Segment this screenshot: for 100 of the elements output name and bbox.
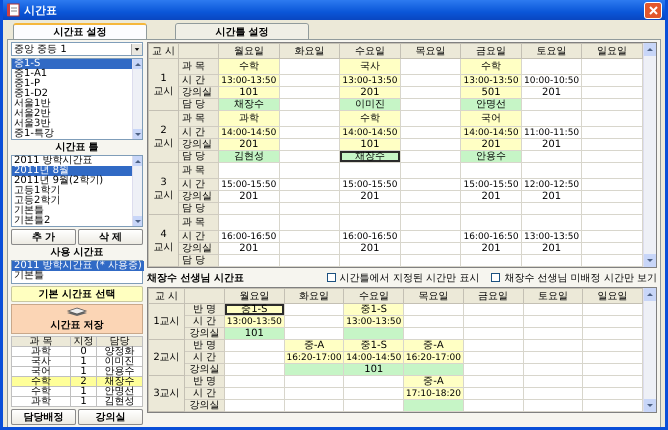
table-cell[interactable] — [279, 74, 340, 86]
list-item[interactable]: 중1-P — [12, 79, 132, 89]
table-cell[interactable]: 13:00-13:50 — [521, 230, 582, 242]
table-cell[interactable]: 14:00-14:50 — [340, 126, 400, 138]
table-cell[interactable] — [460, 254, 522, 266]
table-cell[interactable] — [279, 162, 340, 178]
list-item[interactable]: 2011 방학시간표 (* 사용중) — [12, 261, 144, 271]
table-cell[interactable]: 김현성 — [96, 396, 142, 406]
table-cell[interactable] — [463, 328, 524, 340]
table-cell[interactable]: 14:00-14:50 — [344, 352, 404, 364]
table-cell[interactable]: 201 — [340, 190, 400, 202]
list-item[interactable]: 서울3반 — [12, 119, 132, 129]
table-cell[interactable] — [344, 328, 404, 340]
table-cell[interactable]: 201 — [340, 242, 400, 254]
table-cell[interactable]: 국어 — [460, 110, 522, 126]
table-cell[interactable] — [279, 202, 340, 214]
table-cell[interactable]: 201 — [340, 86, 400, 98]
table-cell[interactable] — [279, 150, 340, 162]
table-cell[interactable]: 16:20-17:00 — [284, 352, 344, 364]
table-cell[interactable] — [404, 328, 464, 340]
table-cell[interactable] — [224, 376, 284, 388]
scrollbar[interactable] — [643, 288, 656, 412]
list-item[interactable]: 서울2반 — [12, 109, 132, 119]
table-cell[interactable] — [523, 340, 583, 352]
list-button[interactable]: 추 가 — [11, 229, 76, 245]
table-cell[interactable] — [284, 388, 344, 400]
table-cell[interactable] — [344, 400, 404, 412]
table-cell[interactable] — [284, 376, 344, 388]
table-cell[interactable] — [463, 364, 524, 376]
table-cell[interactable]: 13:00-13:50 — [218, 74, 280, 86]
table-cell[interactable] — [463, 304, 524, 316]
table-cell[interactable]: 중-A — [404, 340, 464, 352]
table-cell[interactable]: 중1-S — [344, 340, 404, 352]
table-cell[interactable] — [582, 230, 642, 242]
table-cell[interactable]: 과학 — [12, 396, 70, 406]
table-cell[interactable]: 채장수 — [340, 150, 400, 162]
action-button[interactable]: 강의실 — [78, 409, 143, 425]
table-cell[interactable] — [521, 214, 582, 230]
table-cell[interactable] — [521, 110, 582, 126]
table-cell[interactable]: 13:00-13:50 — [340, 74, 400, 86]
table-cell[interactable] — [523, 328, 583, 340]
table-cell[interactable]: 201 — [521, 242, 582, 254]
list-item[interactable]: 중1-특강 — [12, 129, 132, 139]
list-item[interactable]: 중1-D2 — [12, 89, 132, 99]
table-cell[interactable] — [400, 86, 461, 98]
table-cell[interactable] — [279, 86, 340, 98]
table-cell[interactable]: 안용수 — [460, 150, 522, 162]
table-cell[interactable] — [582, 304, 642, 316]
table-cell[interactable]: 14:00-14:50 — [460, 126, 522, 138]
table-cell[interactable] — [340, 202, 400, 214]
table-cell[interactable] — [521, 150, 582, 162]
table-cell[interactable]: 16:20-17:00 — [404, 352, 464, 364]
table-cell[interactable]: 15:00-15:50 — [218, 178, 280, 190]
table-cell[interactable]: 16:00-16:50 — [340, 230, 400, 242]
table-cell[interactable] — [284, 364, 344, 376]
table-cell[interactable]: 501 — [460, 86, 522, 98]
table-cell[interactable] — [521, 254, 582, 266]
scrollbar[interactable] — [643, 43, 656, 267]
table-cell[interactable] — [521, 98, 582, 110]
table-cell[interactable] — [460, 214, 522, 230]
table-cell[interactable]: 13:00-13:50 — [224, 316, 284, 328]
table-cell[interactable] — [400, 214, 461, 230]
table-cell[interactable]: 수학 — [218, 58, 280, 74]
table-cell[interactable] — [404, 304, 464, 316]
list-item[interactable]: 서울1반 — [12, 99, 132, 109]
table-cell[interactable]: 안용수 — [96, 366, 142, 376]
table-cell[interactable] — [582, 352, 642, 364]
table-cell[interactable] — [400, 254, 461, 266]
table-cell[interactable] — [523, 364, 583, 376]
table-cell[interactable] — [218, 202, 280, 214]
table-cell[interactable]: 채장수 — [96, 376, 142, 386]
table-cell[interactable] — [279, 178, 340, 190]
table-cell[interactable] — [224, 388, 284, 400]
table-cell[interactable] — [344, 388, 404, 400]
table-cell[interactable]: 중1-S — [344, 304, 404, 316]
scrollbar[interactable] — [132, 59, 142, 139]
close-button[interactable] — [644, 2, 662, 18]
table-cell[interactable] — [463, 400, 524, 412]
table-cell[interactable] — [460, 162, 522, 178]
select-default-button[interactable]: 기본 시간표 선택 — [11, 286, 143, 302]
table-cell[interactable] — [400, 138, 461, 150]
list-item[interactable]: 기본틀 — [12, 271, 144, 281]
table-cell[interactable] — [521, 202, 582, 214]
table-cell[interactable] — [582, 400, 642, 412]
save-button[interactable]: 시간표 저장 — [11, 304, 143, 334]
list-item[interactable]: 고등2학기 — [12, 196, 132, 206]
table-cell[interactable] — [400, 230, 461, 242]
table-cell[interactable] — [400, 178, 461, 190]
table-cell[interactable]: 안명선 — [460, 98, 522, 110]
table-cell[interactable]: 12:00-12:50 — [521, 178, 582, 190]
table-cell[interactable] — [582, 340, 642, 352]
table-cell[interactable] — [523, 304, 583, 316]
table-cell[interactable]: 국사 — [12, 356, 70, 366]
table-cell[interactable] — [463, 316, 524, 328]
table-cell[interactable] — [279, 230, 340, 242]
table-cell[interactable] — [582, 316, 642, 328]
list-item[interactable]: 중1-S — [12, 59, 132, 69]
table-cell[interactable] — [400, 242, 461, 254]
table-cell[interactable] — [218, 162, 280, 178]
table-cell[interactable] — [582, 364, 642, 376]
